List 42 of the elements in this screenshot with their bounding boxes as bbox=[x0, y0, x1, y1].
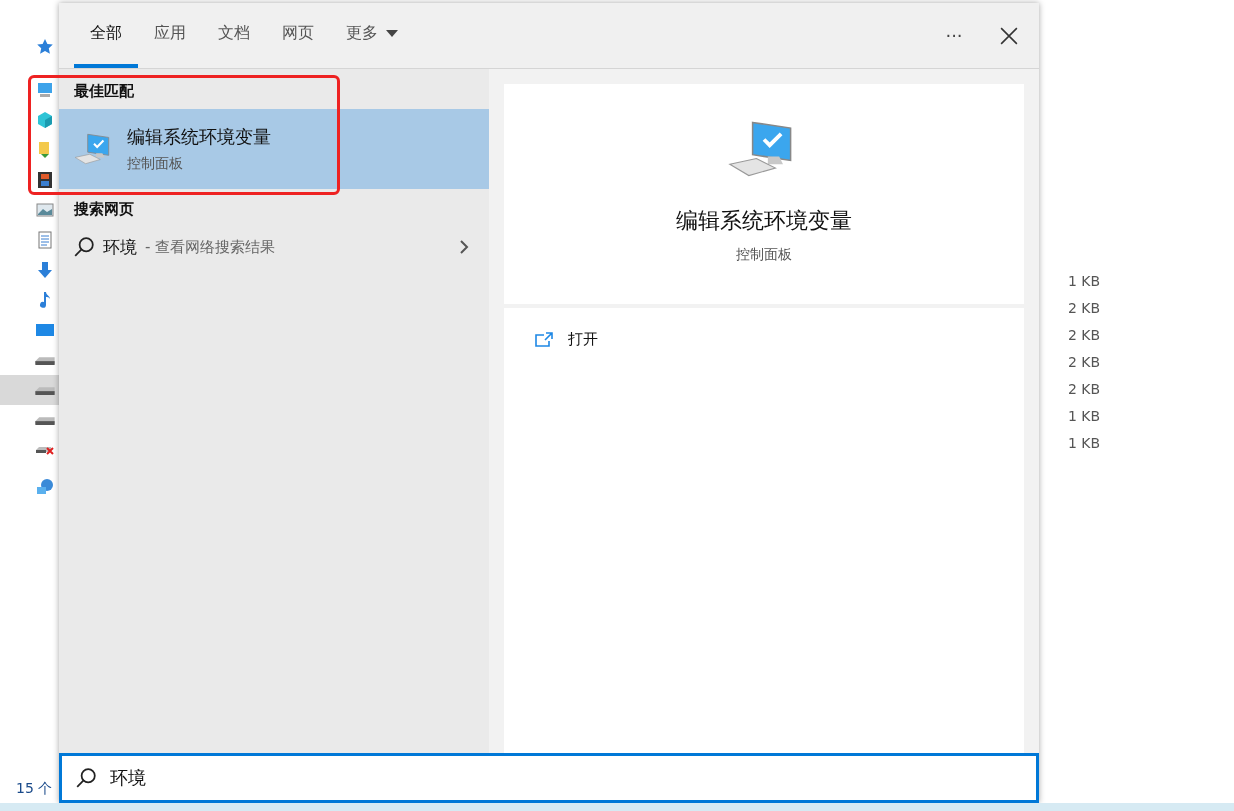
drive-icon bbox=[35, 415, 55, 425]
filter-tab[interactable]: 网页 bbox=[266, 3, 330, 68]
network-icon bbox=[35, 477, 55, 497]
image-icon bbox=[35, 200, 55, 220]
section-heading: 搜索网页 bbox=[73, 199, 135, 220]
item-count: 15 个 bbox=[16, 780, 53, 798]
filter-tab[interactable]: 更多 bbox=[330, 3, 414, 68]
film-icon bbox=[35, 170, 55, 190]
open-action[interactable]: 打开 bbox=[504, 330, 628, 349]
more-button[interactable]: ··· bbox=[929, 3, 979, 68]
down-arrow-icon bbox=[35, 260, 55, 280]
file-size: 2 KB bbox=[1068, 353, 1101, 372]
nav-item[interactable] bbox=[0, 375, 59, 405]
file-size: 2 KB bbox=[1068, 380, 1101, 399]
close-icon bbox=[1000, 26, 1018, 45]
result-subtitle: 控制面板 bbox=[127, 155, 184, 173]
file-size: 2 KB bbox=[1068, 326, 1101, 345]
filter-tab[interactable]: 文档 bbox=[202, 3, 266, 68]
section-heading: 最佳匹配 bbox=[73, 81, 135, 102]
file-size: 2 KB bbox=[1068, 299, 1101, 318]
computer-icon bbox=[35, 80, 55, 100]
preview-title: 编辑系统环境变量 bbox=[676, 207, 852, 235]
cube-icon bbox=[35, 110, 55, 130]
file-size: 1 KB bbox=[1068, 407, 1101, 426]
open-icon bbox=[534, 331, 554, 348]
web-search-item[interactable]: 环境 - 查看网络搜索结果 bbox=[59, 225, 489, 269]
search-icon bbox=[75, 767, 97, 789]
chevron-right-icon bbox=[459, 239, 469, 255]
document-icon bbox=[35, 230, 55, 250]
search-icon bbox=[73, 236, 95, 258]
search-field[interactable]: 环境 bbox=[59, 753, 1039, 803]
filter-tab[interactable]: 应用 bbox=[138, 3, 202, 68]
file-size: 1 KB bbox=[1068, 434, 1101, 453]
file-size: 1 KB bbox=[1068, 272, 1101, 291]
preview-subtitle: 控制面板 bbox=[736, 246, 792, 264]
drive-error-icon bbox=[35, 445, 55, 455]
result-title: 编辑系统环境变量 bbox=[127, 125, 271, 149]
web-hint: - 查看网络搜索结果 bbox=[145, 237, 277, 257]
web-query: 环境 bbox=[103, 235, 137, 259]
drive-icon bbox=[35, 385, 55, 395]
drive-icon bbox=[35, 355, 55, 365]
best-match-item[interactable]: 编辑系统环境变量 控制面板 bbox=[59, 109, 489, 189]
